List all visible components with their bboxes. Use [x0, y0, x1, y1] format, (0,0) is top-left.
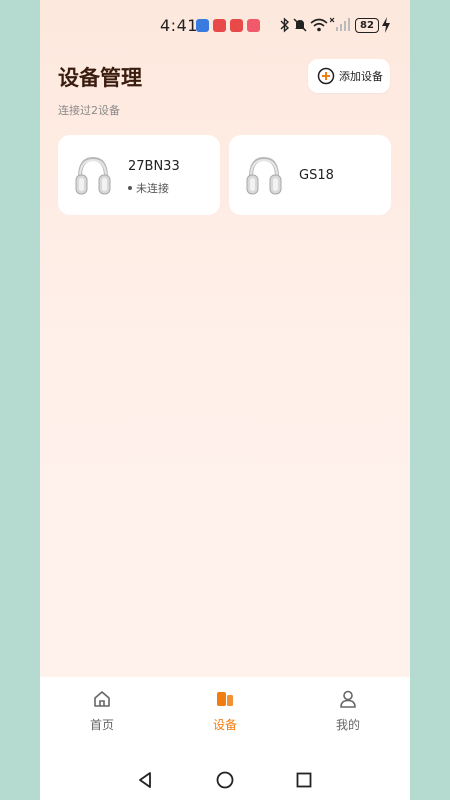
notification-app-icon: [230, 19, 243, 32]
charging-icon: [382, 17, 390, 33]
add-device-button[interactable]: 添加设备: [308, 59, 390, 93]
wifi-icon: [310, 18, 328, 32]
recent-apps-icon[interactable]: [296, 771, 312, 789]
system-navigation-bar: [40, 747, 410, 800]
battery-indicator: 82: [355, 18, 379, 33]
add-device-label: 添加设备: [339, 70, 383, 83]
notification-app-icon: [213, 19, 226, 32]
nav-item-home[interactable]: 首页: [52, 677, 152, 747]
add-circle-icon: [317, 67, 335, 85]
status-bar: 4:41 82: [40, 0, 410, 52]
device-status: 未连接: [128, 180, 169, 196]
notification-app-icon: [196, 19, 209, 32]
headphones-icon: [75, 156, 111, 195]
headphones-icon: [246, 156, 282, 195]
nav-label-profile: 我的: [335, 718, 360, 732]
mute-bell-icon: [293, 18, 307, 32]
back-icon[interactable]: [137, 771, 153, 789]
device-card[interactable]: GS18: [229, 135, 391, 215]
connected-count-text: 连接过2设备: [58, 104, 120, 117]
devices-icon: [217, 692, 233, 706]
nav-item-devices[interactable]: 设备: [175, 677, 275, 747]
nav-label-devices: 设备: [212, 718, 237, 732]
page-title: 设备管理: [58, 66, 142, 90]
device-card[interactable]: 27BN33 未连接: [58, 135, 220, 215]
bottom-navigation: 首页 设备 我的: [40, 677, 410, 747]
home-circle-icon[interactable]: [216, 771, 234, 789]
signal-icon: [330, 17, 350, 31]
status-time: 4:41: [160, 16, 198, 35]
status-dot: [128, 186, 132, 190]
nav-item-profile[interactable]: 我的: [298, 677, 398, 747]
device-name: 27BN33: [128, 159, 180, 174]
bluetooth-icon: [280, 17, 290, 33]
nav-label-home: 首页: [89, 718, 114, 732]
notification-app-icon: [247, 19, 260, 32]
profile-icon: [340, 690, 356, 708]
app-screen: 4:41 82 设备管理 添加设备 连接过2设备 27BN33 未连接 GS18…: [40, 0, 410, 800]
home-icon: [94, 691, 110, 707]
device-status-text: 未连接: [136, 182, 169, 195]
device-name: GS18: [299, 168, 334, 183]
